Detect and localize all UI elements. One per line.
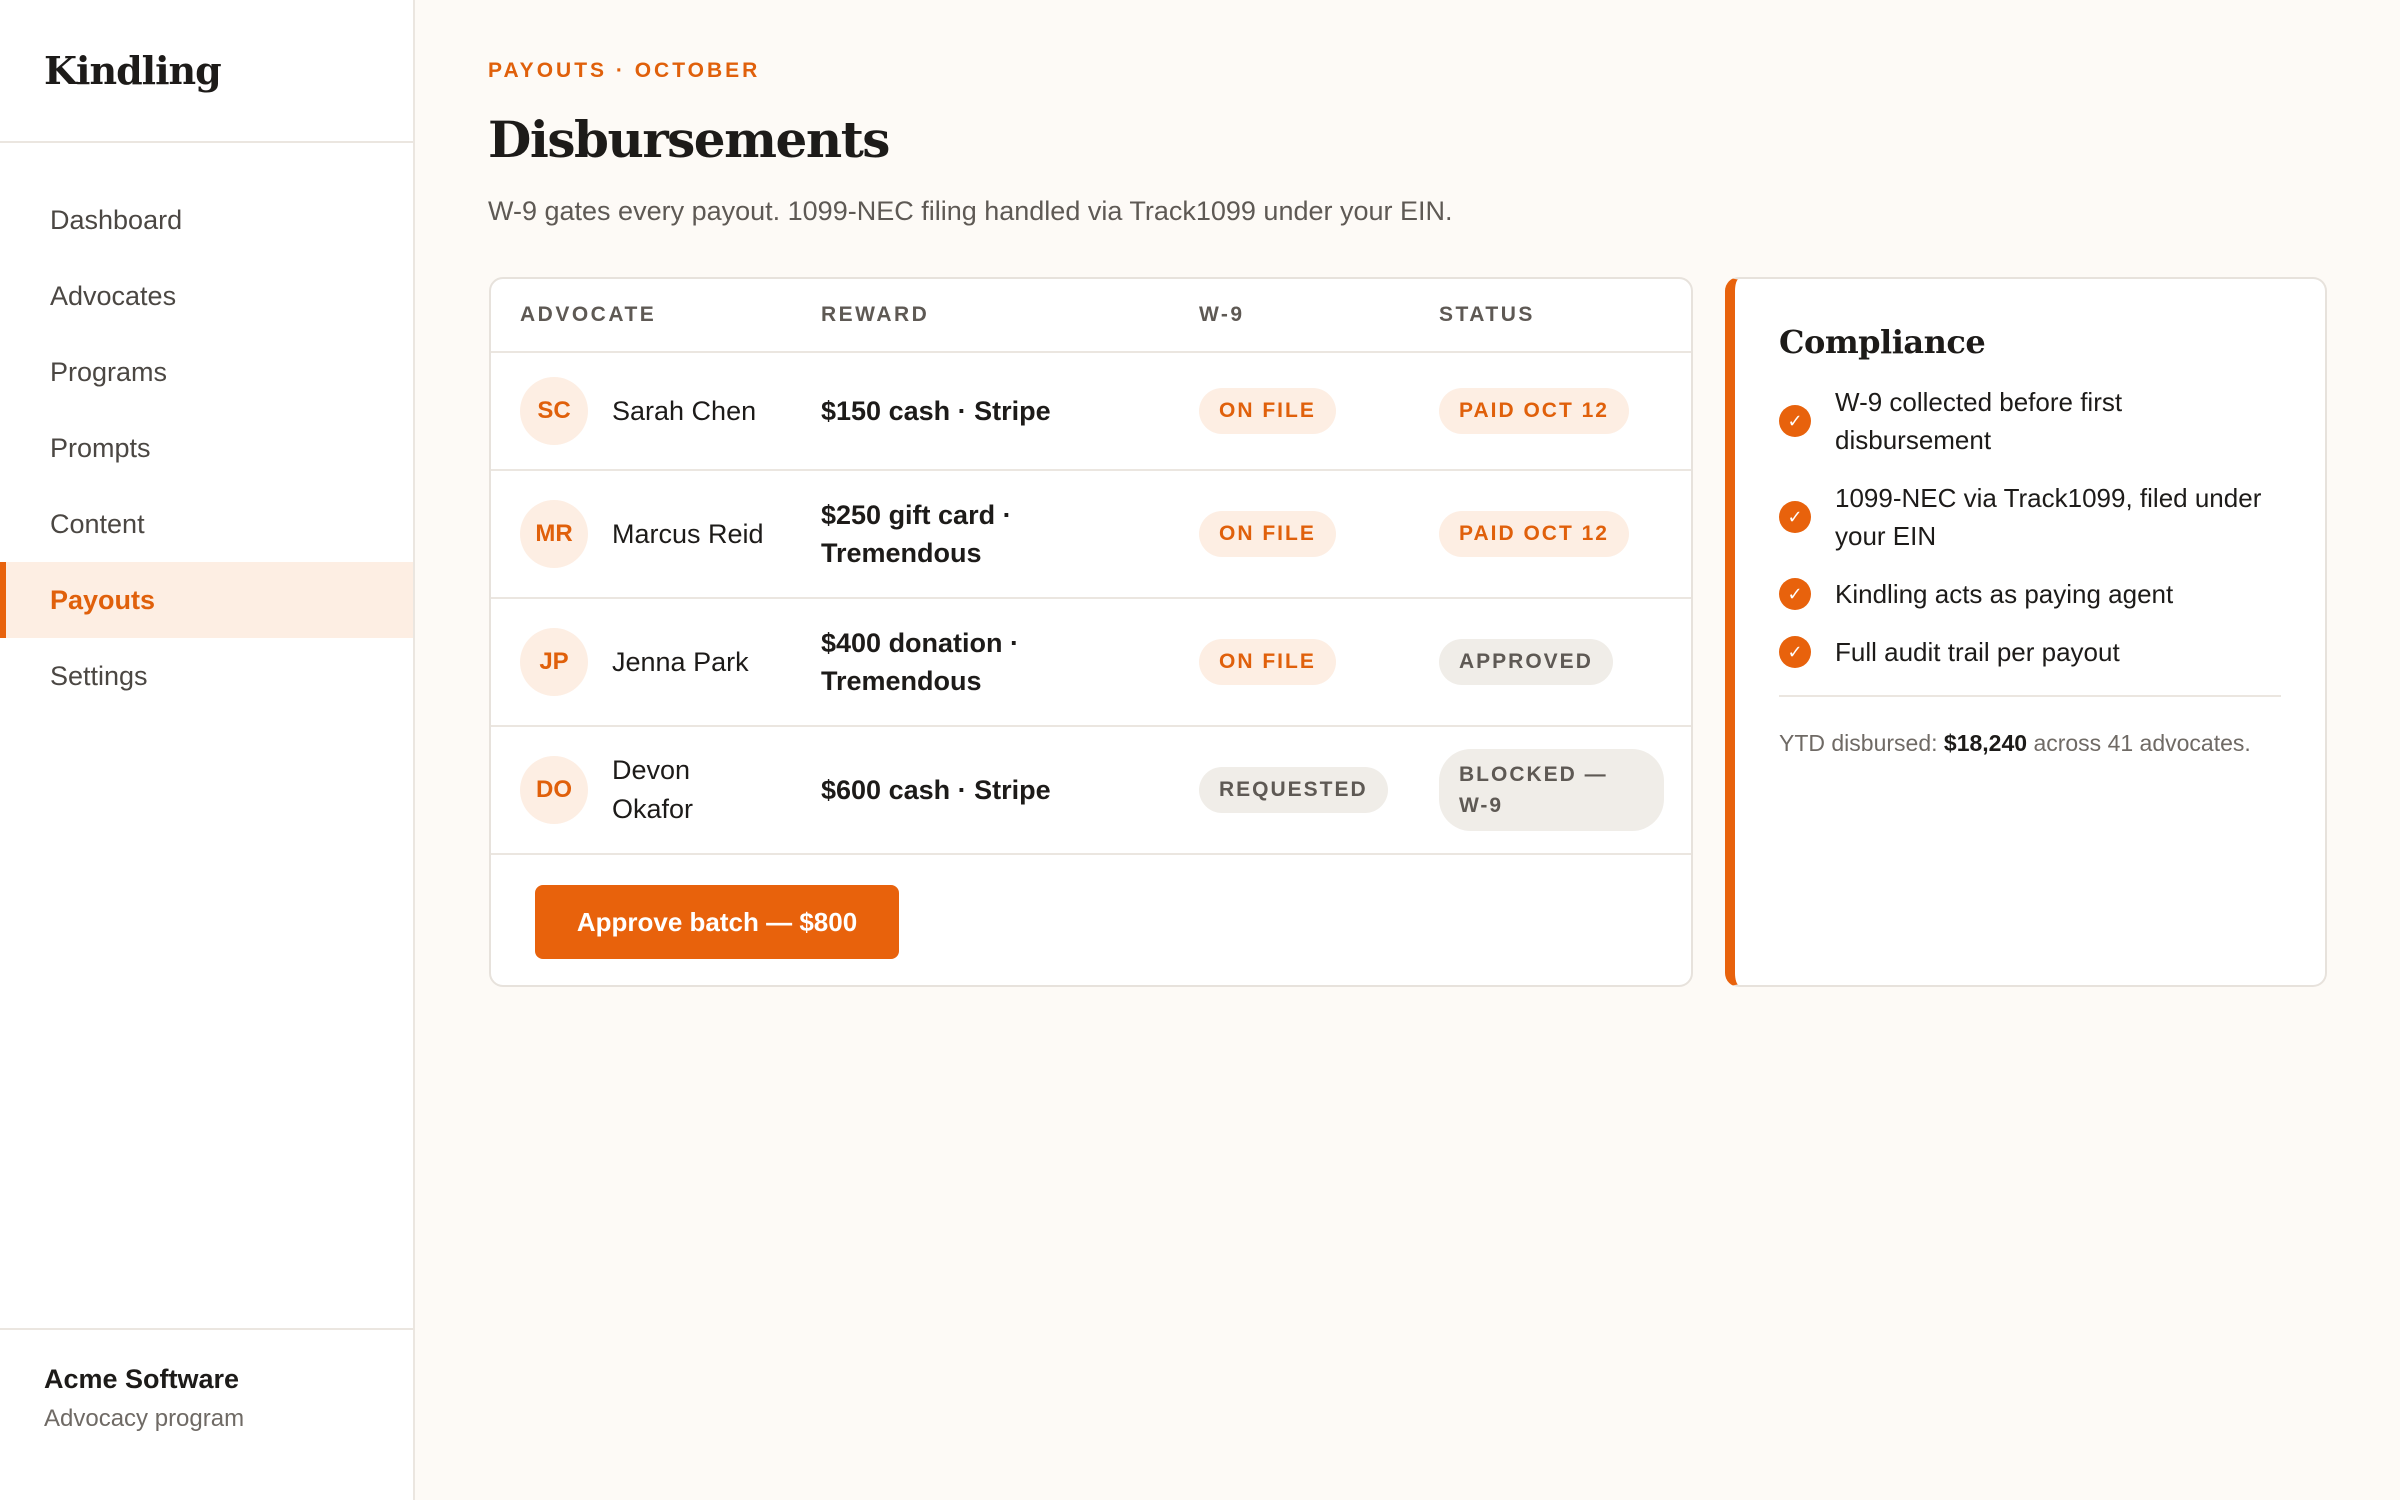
reward-cell: $250 gift card · Tremendous (821, 471, 1151, 597)
avatar: DO (520, 756, 588, 824)
advocate-name: Sarah Chen (612, 395, 757, 426)
status-badge: BLOCKED — W-9 (1439, 749, 1664, 831)
column-header-w9: W-9 (1199, 303, 1245, 326)
w9-status-badge: ON FILE (1199, 388, 1336, 434)
check-circle-icon: ✓ (1779, 501, 1811, 533)
ytd-label: YTD disbursed: (1779, 730, 1938, 756)
advocate-cell: MR Marcus Reid (520, 471, 790, 597)
status-cell: PAID OCT 12 (1439, 471, 1679, 597)
org-subtitle: Advocacy program (44, 1405, 245, 1432)
page-title: Disbursements (488, 110, 890, 169)
reward-text: $250 gift card · Tremendous (821, 500, 1012, 568)
reward-cell: $400 donation · Tremendous (821, 599, 1151, 725)
reward-cell: $150 cash · Stripe (821, 353, 1151, 469)
sidebar-item-settings[interactable]: Settings (0, 638, 413, 714)
check-circle-icon: ✓ (1779, 578, 1811, 610)
avatar: SC (520, 377, 588, 445)
list-item: ✓ Kindling acts as paying agent (1779, 575, 2281, 613)
advocate-name: Devon Okafor (612, 755, 694, 824)
approve-batch-button[interactable]: Approve batch — $800 (535, 885, 899, 959)
sidebar-item-advocates[interactable]: Advocates (0, 258, 413, 334)
advocate-cell: SC Sarah Chen (520, 353, 790, 469)
column-header-reward: REWARD (821, 303, 930, 326)
reward-text: $600 cash · Stripe (821, 775, 1051, 805)
w9-cell: ON FILE (1199, 471, 1399, 597)
w9-cell: ON FILE (1199, 353, 1399, 469)
advocate-cell: DO Devon Okafor (520, 727, 790, 853)
ytd-amount: $18,240 (1943, 730, 2028, 756)
status-badge: APPROVED (1439, 639, 1613, 685)
w9-status-badge: REQUESTED (1199, 767, 1388, 813)
status-cell: PAID OCT 12 (1439, 353, 1679, 469)
page-eyebrow: PAYOUTS · OCTOBER (488, 59, 761, 82)
check-circle-icon: ✓ (1779, 405, 1811, 437)
list-item: ✓ W-9 collected before first disbursemen… (1779, 383, 2281, 459)
org-switcher[interactable]: Acme Software Advocacy program (0, 1328, 413, 1500)
sidebar-nav: Dashboard Advocates Programs Prompts Con… (0, 143, 413, 714)
sidebar-item-payouts[interactable]: Payouts (0, 562, 413, 638)
advocate-name: Jenna Park (612, 646, 749, 677)
advocate-name: Marcus Reid (612, 518, 764, 549)
avatar: MR (520, 500, 588, 568)
w9-status-badge: ON FILE (1199, 511, 1336, 557)
reward-cell: $600 cash · Stripe (821, 727, 1151, 853)
disbursements-table: ADVOCATE REWARD W-9 STATUS SC Sarah Chen… (489, 277, 1693, 987)
table-row[interactable]: JP Jenna Park $400 donation · Tremendous… (491, 599, 1691, 727)
compliance-card: Compliance ✓ W-9 collected before first … (1725, 277, 2327, 987)
compliance-title: Compliance (1779, 323, 1986, 361)
status-badge: PAID OCT 12 (1439, 388, 1629, 434)
sidebar-item-content[interactable]: Content (0, 486, 413, 562)
reward-text: $150 cash · Stripe (821, 396, 1051, 426)
compliance-item-text: 1099-NEC via Track1099, filed under your… (1835, 483, 2262, 551)
compliance-item-text: Full audit trail per payout (1835, 637, 2120, 667)
divider (1779, 695, 2281, 697)
w9-cell: REQUESTED (1199, 727, 1399, 853)
status-cell: BLOCKED — W-9 (1439, 727, 1679, 853)
advocate-cell: JP Jenna Park (520, 599, 790, 725)
reward-text: $400 donation · Tremendous (821, 628, 1020, 696)
avatar: JP (520, 628, 588, 696)
compliance-list: ✓ W-9 collected before first disbursemen… (1779, 383, 2281, 671)
w9-cell: ON FILE (1199, 599, 1399, 725)
list-item: ✓ Full audit trail per payout (1779, 633, 2281, 671)
table-row[interactable]: SC Sarah Chen $150 cash · Stripe ON FILE… (491, 353, 1691, 471)
compliance-item-text: Kindling acts as paying agent (1835, 579, 2174, 609)
page-subtitle: W-9 gates every payout. 1099-NEC filing … (488, 196, 1453, 226)
table-header: ADVOCATE REWARD W-9 STATUS (491, 279, 1691, 353)
check-circle-icon: ✓ (1779, 636, 1811, 668)
w9-status-badge: ON FILE (1199, 639, 1336, 685)
sidebar-item-prompts[interactable]: Prompts (0, 410, 413, 486)
status-cell: APPROVED (1439, 599, 1679, 725)
table-row[interactable]: DO Devon Okafor $600 cash · Stripe REQUE… (491, 727, 1691, 855)
ytd-summary: YTD disbursed: $18,240 across 41 advocat… (1779, 725, 2281, 761)
compliance-item-text: W-9 collected before first disbursement (1835, 387, 2123, 455)
org-name: Acme Software (44, 1364, 240, 1394)
table-row[interactable]: MR Marcus Reid $250 gift card · Tremendo… (491, 471, 1691, 599)
sidebar-item-programs[interactable]: Programs (0, 334, 413, 410)
ytd-suffix: across 41 advocates. (2033, 730, 2251, 756)
sidebar-item-dashboard[interactable]: Dashboard (0, 182, 413, 258)
column-header-status: STATUS (1439, 303, 1535, 326)
status-badge: PAID OCT 12 (1439, 511, 1629, 557)
column-header-advocate: ADVOCATE (520, 303, 657, 326)
brand-logo[interactable]: Kindling (0, 0, 413, 143)
sidebar: Kindling Dashboard Advocates Programs Pr… (0, 0, 415, 1500)
list-item: ✓ 1099-NEC via Track1099, filed under yo… (1779, 479, 2281, 555)
